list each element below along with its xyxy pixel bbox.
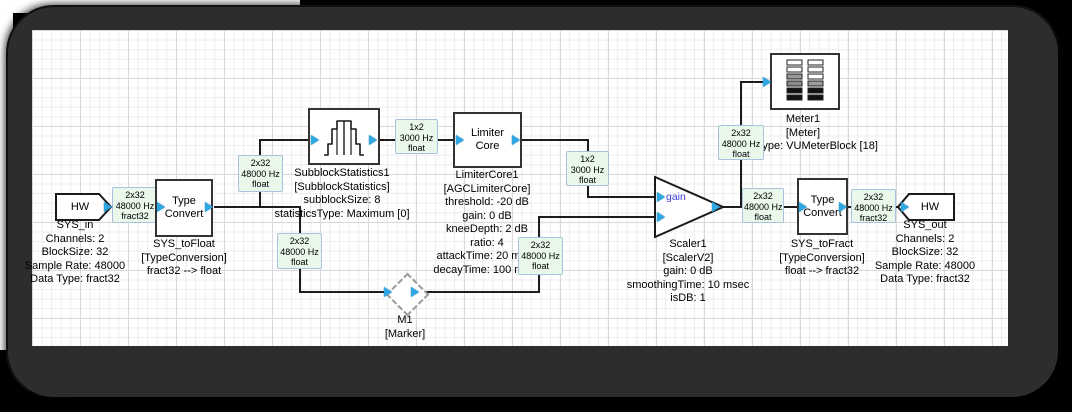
scaler-gain-pin[interactable] (657, 192, 665, 202)
wire-label-to-marker: 2x32 48000 Hz float (277, 233, 322, 269)
marker-annotation: M1 [Marker] (384, 314, 426, 340)
stats-output-pin[interactable] (369, 135, 377, 145)
convert2-input-pin[interactable] (799, 202, 807, 212)
wire-limiter-out[interactable] (522, 139, 589, 141)
wire-label-limiter-out: 1x2 3000 Hz float (566, 151, 609, 186)
stats-input-pin[interactable] (311, 135, 319, 145)
wire-label-marker-to-scaler: 2x32 48000 Hz float (518, 237, 563, 275)
gain-pin-label: gain (666, 191, 686, 203)
convert2-output-pin[interactable] (839, 202, 847, 212)
sysin-output-pin[interactable] (104, 202, 112, 212)
marker-input-pin[interactable] (384, 287, 392, 297)
limiter-output-pin[interactable] (512, 135, 520, 145)
scaler-input-pin[interactable] (657, 212, 665, 222)
limiter-input-pin[interactable] (456, 135, 464, 145)
wire-marker-out[interactable] (422, 291, 540, 293)
meter-input-pin[interactable] (763, 77, 771, 87)
wire-to-gain-pin[interactable] (587, 196, 657, 198)
wire-branch-up-horizontal[interactable] (259, 139, 312, 141)
sysout-annotation: SYS_out Channels: 2 BlockSize: 32 Sample… (850, 219, 1000, 287)
wire-label-in-fract: 2x32 48000 Hz fract32 (112, 187, 158, 223)
vu-meter-icon (786, 59, 824, 101)
wire-label-out-fract: 2x32 48000 Hz fract32 (851, 189, 896, 223)
hw-label: HW (920, 201, 940, 213)
sys-tofloat-annotation: SYS_toFloat [TypeConversion] fract32 -->… (141, 238, 227, 277)
convert1-output-pin[interactable] (205, 202, 213, 212)
wire-label-stats-out: 1x2 3000 Hz float (395, 119, 438, 154)
wire-label-to-stats: 2x32 48000 Hz float (238, 155, 283, 192)
convert1-input-pin[interactable] (157, 202, 165, 212)
sysout-input-pin[interactable] (901, 202, 909, 212)
wire-bottom-to-marker[interactable] (299, 291, 389, 293)
histogram-icon (324, 119, 364, 156)
marker-output-pin[interactable] (411, 287, 419, 297)
meter-block[interactable] (770, 53, 840, 110)
hw-label: HW (70, 201, 90, 213)
wire-label-scaler-out: 2x32 48000 Hz float (742, 188, 784, 223)
scaler-output-pin[interactable] (712, 202, 720, 212)
wire-label-to-meter: 2x32 48000 Hz float (718, 125, 764, 160)
